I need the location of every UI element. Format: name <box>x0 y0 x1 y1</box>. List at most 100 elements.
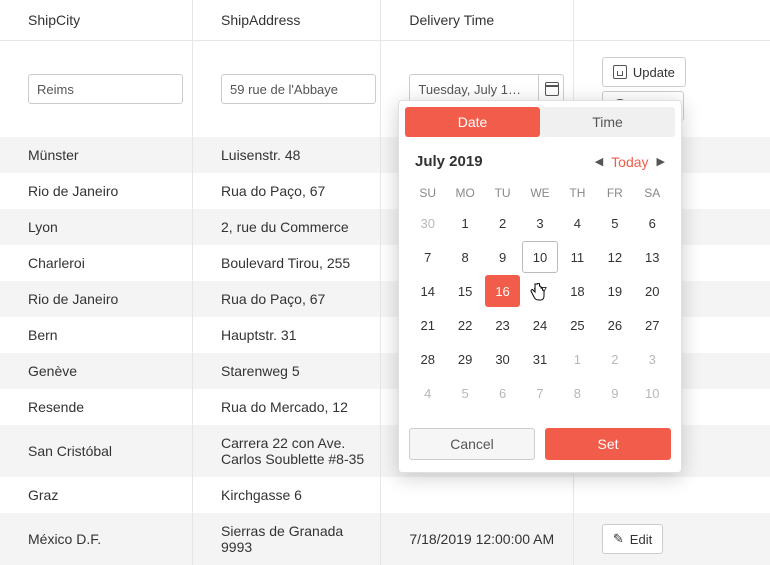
cell-shipaddress: Starenweg 5 <box>193 353 381 389</box>
update-label: Update <box>633 65 675 80</box>
calendar-day[interactable]: 27 <box>635 309 670 341</box>
next-month-button[interactable]: ▶ <box>657 155 665 168</box>
calendar-day[interactable]: 29 <box>447 343 482 375</box>
cell-shipaddress: Hauptstr. 31 <box>193 317 381 353</box>
calendar-day[interactable]: 11 <box>560 241 595 273</box>
calendar-day[interactable]: 23 <box>485 309 520 341</box>
calendar-day[interactable]: 2 <box>485 207 520 239</box>
table-row: GrazKirchgasse 6 <box>0 477 770 513</box>
today-link[interactable]: Today <box>611 154 648 170</box>
calendar-day[interactable]: 22 <box>447 309 482 341</box>
calendar-day[interactable]: 7 <box>522 377 557 409</box>
dow-label: MO <box>446 180 483 206</box>
cell-shipaddress: Boulevard Tirou, 255 <box>193 245 381 281</box>
dow-label: TH <box>559 180 596 206</box>
calendar-day[interactable]: 25 <box>560 309 595 341</box>
cell-shipaddress: 2, rue du Commerce <box>193 209 381 245</box>
calendar-day[interactable]: 28 <box>410 343 445 375</box>
dow-label: SA <box>634 180 671 206</box>
calendar-day[interactable]: 14 <box>410 275 445 307</box>
cell-shipcity: Graz <box>0 477 193 513</box>
calendar-day[interactable]: 7 <box>410 241 445 273</box>
calendar-day[interactable]: 18 <box>560 275 595 307</box>
edit-label: Edit <box>630 532 652 547</box>
save-icon <box>613 65 627 79</box>
cell-shipcity: Rio de Janeiro <box>0 281 193 317</box>
calendar-day[interactable]: 1 <box>560 343 595 375</box>
cell-shipcity: Rio de Janeiro <box>0 173 193 209</box>
calendar-day[interactable]: 2 <box>597 343 632 375</box>
cell-shipaddress: Luisenstr. 48 <box>193 137 381 173</box>
calendar-day[interactable]: 6 <box>485 377 520 409</box>
calendar-day[interactable]: 21 <box>410 309 445 341</box>
dow-label: TU <box>484 180 521 206</box>
calendar-week: 14151617181920 <box>409 274 671 308</box>
cell-shipcity: Genève <box>0 353 193 389</box>
cell-shipcity: Bern <box>0 317 193 353</box>
cell-shipaddress: Rua do Paço, 67 <box>193 281 381 317</box>
calendar-week: 28293031123 <box>409 342 671 376</box>
calendar-day[interactable]: 6 <box>635 207 670 239</box>
calendar-day[interactable]: 3 <box>522 207 557 239</box>
month-label[interactable]: July 2019 <box>415 153 483 170</box>
calendar-day[interactable]: 30 <box>410 207 445 239</box>
col-header-shipcity[interactable]: ShipCity <box>0 0 193 41</box>
cell-shipaddress: Rua do Paço, 67 <box>193 173 381 209</box>
calendar-day[interactable]: 31 <box>522 343 557 375</box>
calendar-day[interactable]: 19 <box>597 275 632 307</box>
prev-month-button[interactable]: ◀ <box>595 155 603 168</box>
pencil-icon: ✎ <box>613 531 624 547</box>
cell-shipcity: San Cristóbal <box>0 425 193 477</box>
cell-shipaddress: Carrera 22 con Ave. Carlos Soublette #8-… <box>193 425 381 477</box>
shipaddress-input[interactable] <box>221 74 376 104</box>
calendar-day[interactable]: 30 <box>485 343 520 375</box>
calendar-day[interactable]: 16 <box>485 275 520 307</box>
picker-footer: Cancel Set <box>399 414 681 472</box>
calendar-day[interactable]: 5 <box>447 377 482 409</box>
calendar-body: SUMOTUWETHFRSA 3012345678910111213141516… <box>399 176 681 414</box>
col-header-shipaddress[interactable]: ShipAddress <box>193 0 381 41</box>
col-header-deliverytime[interactable]: Delivery Time <box>381 0 574 41</box>
calendar-icon <box>545 82 559 96</box>
calendar-day[interactable]: 17 <box>522 275 557 307</box>
calendar-day[interactable]: 20 <box>635 275 670 307</box>
calendar-day[interactable]: 8 <box>447 241 482 273</box>
calendar-day[interactable]: 1 <box>447 207 482 239</box>
calendar-day[interactable]: 10 <box>522 241 557 273</box>
tab-date[interactable]: Date <box>405 107 540 137</box>
update-button[interactable]: Update <box>602 57 686 87</box>
cell-shipcity: Charleroi <box>0 245 193 281</box>
calendar-day[interactable]: 15 <box>447 275 482 307</box>
cell-shipcity: México D.F. <box>0 513 193 565</box>
calendar-day[interactable]: 13 <box>635 241 670 273</box>
header-row: ShipCity ShipAddress Delivery Time <box>0 0 770 41</box>
calendar-day[interactable]: 26 <box>597 309 632 341</box>
calendar-day[interactable]: 9 <box>597 377 632 409</box>
dow-label: WE <box>521 180 558 206</box>
calendar-day[interactable]: 5 <box>597 207 632 239</box>
picker-tabs: Date Time <box>399 101 681 143</box>
datepicker-popup: Date Time July 2019 ◀ Today ▶ SUMOTUWETH… <box>398 100 682 473</box>
calendar-header: July 2019 ◀ Today ▶ <box>399 143 681 176</box>
shipcity-input[interactable] <box>28 74 183 104</box>
calendar-day[interactable]: 12 <box>597 241 632 273</box>
calendar-day[interactable]: 10 <box>635 377 670 409</box>
col-header-actions <box>573 0 770 41</box>
cell-shipcity: Münster <box>0 137 193 173</box>
calendar-day[interactable]: 8 <box>560 377 595 409</box>
cell-shipcity: Lyon <box>0 209 193 245</box>
cell-shipaddress: Kirchgasse 6 <box>193 477 381 513</box>
picker-cancel-button[interactable]: Cancel <box>409 428 535 460</box>
edit-button[interactable]: ✎ Edit <box>602 524 663 554</box>
dow-label: FR <box>596 180 633 206</box>
calendar-day[interactable]: 24 <box>522 309 557 341</box>
calendar-day[interactable]: 4 <box>560 207 595 239</box>
calendar-week: 21222324252627 <box>409 308 671 342</box>
calendar-day[interactable]: 9 <box>485 241 520 273</box>
picker-set-button[interactable]: Set <box>545 428 671 460</box>
tab-time[interactable]: Time <box>540 107 675 137</box>
calendar-day[interactable]: 4 <box>410 377 445 409</box>
calendar-day[interactable]: 3 <box>635 343 670 375</box>
cell-shipaddress: Rua do Mercado, 12 <box>193 389 381 425</box>
day-of-week-header: SUMOTUWETHFRSA <box>409 180 671 206</box>
